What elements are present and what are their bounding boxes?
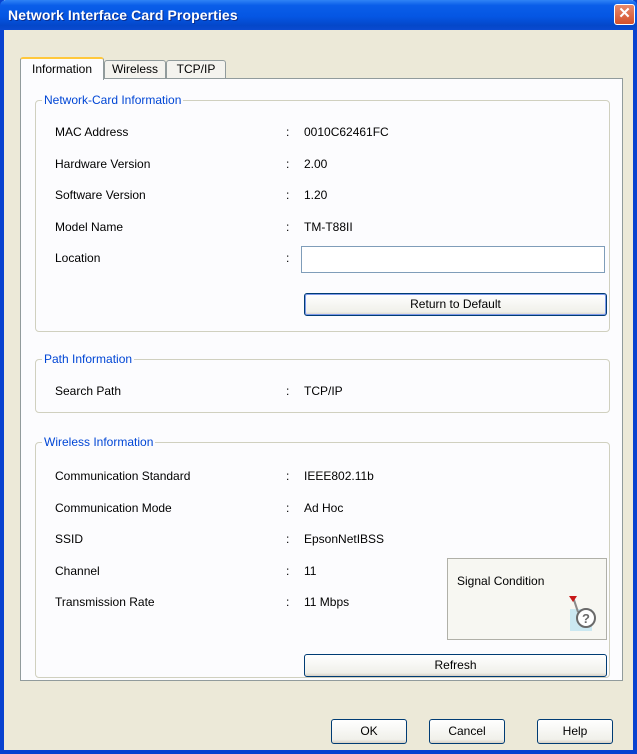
signal-condition-panel: Signal Condition ?: [447, 558, 607, 640]
transmission-rate-label: Transmission Rate: [55, 595, 155, 609]
search-path-value: TCP/IP: [304, 384, 343, 398]
colon: :: [286, 220, 290, 234]
model-name-value: TM-T88II: [304, 220, 353, 234]
software-version-label: Software Version: [55, 188, 146, 202]
path-info-group: Path Information Search Path : TCP/IP: [35, 352, 610, 413]
return-to-default-button[interactable]: Return to Default: [304, 293, 607, 316]
network-card-group: Network-Card Information MAC Address : 0…: [35, 93, 610, 332]
model-name-label: Model Name: [55, 220, 124, 234]
colon: :: [286, 469, 290, 483]
wireless-info-group: Wireless Information Communication Stand…: [35, 435, 610, 678]
help-button[interactable]: Help: [537, 719, 613, 744]
colon: :: [286, 501, 290, 515]
colon: :: [286, 188, 290, 202]
colon: :: [286, 384, 290, 398]
path-info-group-title: Path Information: [42, 352, 135, 366]
tab-tcpip[interactable]: TCP/IP: [166, 60, 226, 79]
ok-button[interactable]: OK: [331, 719, 407, 744]
communication-mode-value: Ad Hoc: [304, 501, 344, 515]
signal-unknown-icon: ?: [569, 596, 596, 631]
channel-value: 11: [304, 564, 317, 578]
window-title: Network Interface Card Properties: [8, 7, 238, 23]
ssid-label: SSID: [55, 532, 84, 546]
colon: :: [286, 564, 290, 578]
colon: :: [286, 532, 290, 546]
colon: :: [286, 125, 290, 139]
hardware-version-value: 2.00: [304, 157, 328, 171]
software-version-value: 1.20: [304, 188, 328, 202]
signal-condition-label: Signal Condition: [457, 574, 545, 588]
communication-standard-label: Communication Standard: [55, 469, 191, 483]
colon: :: [286, 595, 290, 609]
hardware-version-label: Hardware Version: [55, 157, 151, 171]
wireless-info-group-title: Wireless Information: [42, 435, 156, 449]
refresh-button[interactable]: Refresh: [304, 654, 607, 677]
communication-standard-value: IEEE802.11b: [304, 469, 374, 483]
cancel-button[interactable]: Cancel: [429, 719, 505, 744]
svg-text:?: ?: [582, 611, 590, 626]
location-label: Location: [55, 251, 101, 265]
transmission-rate-value: 11 Mbps: [304, 595, 350, 609]
ssid-value: EpsonNetIBSS: [304, 532, 385, 546]
close-button[interactable]: ✕: [614, 4, 635, 25]
mac-address-label: MAC Address: [55, 125, 129, 139]
communication-mode-label: Communication Mode: [55, 501, 172, 515]
information-tab-page: Network-Card Information MAC Address : 0…: [20, 78, 623, 681]
title-bar[interactable]: Network Interface Card Properties ✕: [0, 0, 637, 30]
channel-label: Channel: [55, 564, 100, 578]
location-input[interactable]: [301, 246, 605, 273]
tab-wireless[interactable]: Wireless: [104, 60, 166, 79]
mac-address-value: 0010C62461FC: [304, 125, 389, 139]
colon: :: [286, 157, 290, 171]
tab-information[interactable]: Information: [20, 57, 104, 80]
search-path-label: Search Path: [55, 384, 122, 398]
colon: :: [286, 251, 290, 265]
properties-dialog: Network Interface Card Properties ✕ Info…: [0, 0, 637, 754]
network-card-group-title: Network-Card Information: [42, 93, 184, 107]
